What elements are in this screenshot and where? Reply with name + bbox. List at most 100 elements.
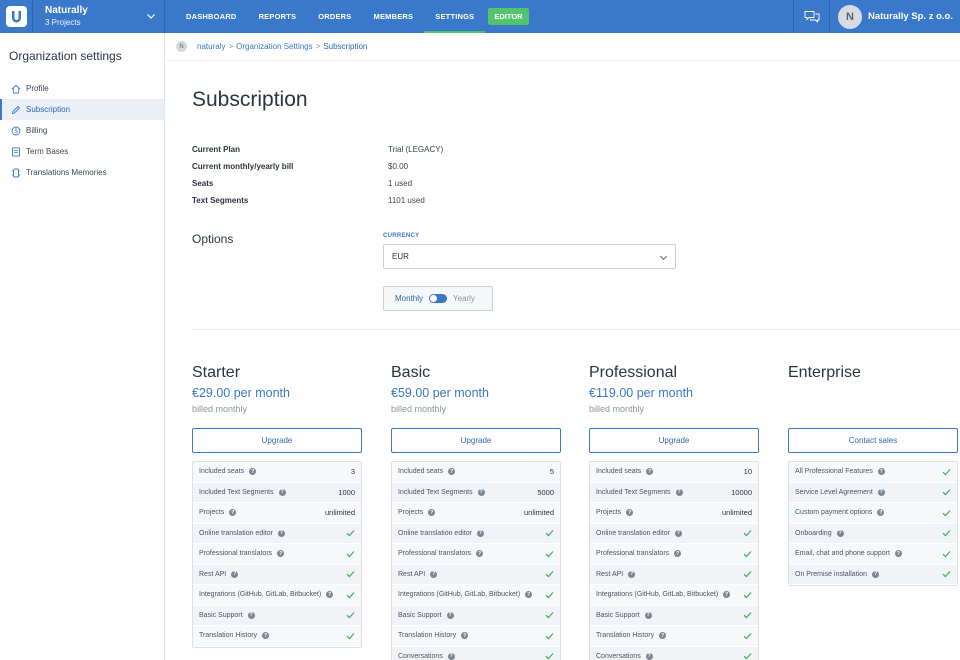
upgrade-button[interactable]: Upgrade (589, 428, 759, 453)
help-icon[interactable]: ? (448, 468, 456, 476)
check-icon (346, 550, 355, 558)
help-icon[interactable]: ? (674, 529, 682, 537)
sidebar-item-subscription[interactable]: Subscription (0, 99, 164, 120)
billing-period-switch[interactable] (429, 294, 448, 303)
nav-members[interactable]: MEMBERS (363, 0, 425, 33)
contact-sales-button[interactable]: Contact sales (788, 428, 958, 453)
check-icon (346, 632, 355, 640)
check-icon (545, 571, 554, 578)
feature-label: Included seats? (199, 468, 257, 476)
help-icon[interactable]: ? (645, 652, 653, 660)
feature-label-text: Online translation editor (398, 529, 472, 537)
help-icon[interactable]: ? (877, 468, 885, 476)
sidebar-item-term-bases[interactable]: Term Bases (0, 141, 164, 162)
info-row: Current Plan Trial (LEGACY) (192, 141, 443, 158)
help-icon[interactable]: ? (477, 488, 485, 496)
avatar: N (838, 4, 862, 29)
breadcrumb-org[interactable]: naturaly (197, 42, 225, 51)
currency-select[interactable]: EUR (383, 244, 676, 269)
project-switcher[interactable]: Naturally 3 Projects (33, 0, 165, 33)
sidebar-item-billing[interactable]: $ Billing (0, 120, 164, 141)
check-icon (942, 550, 951, 558)
breadcrumb-organization-settings[interactable]: Organization Settings (236, 42, 313, 51)
help-icon[interactable]: ? (231, 570, 239, 578)
feature-label-text: Rest API (596, 570, 624, 578)
help-icon[interactable]: ? (644, 611, 652, 619)
help-icon[interactable]: ? (877, 509, 885, 517)
nav-orders[interactable]: ORDERS (307, 0, 362, 33)
help-icon[interactable]: ? (430, 570, 438, 578)
feature-row: Translation History? (392, 626, 560, 647)
feature-row: Rest API? (392, 564, 560, 585)
chat-button[interactable] (793, 0, 829, 33)
feature-label-text: Translation History (199, 632, 258, 640)
feature-value: 10000 (731, 487, 752, 497)
help-icon[interactable]: ? (446, 611, 454, 619)
sidebar-item-translation-memories[interactable]: Translations Memories (0, 162, 164, 183)
help-icon[interactable]: ? (447, 652, 455, 660)
check-icon (545, 550, 554, 558)
help-icon[interactable]: ? (229, 509, 237, 517)
help-icon[interactable]: ? (894, 550, 902, 558)
feature-label-text: Translation History (398, 632, 457, 640)
feature-row: Included seats? 5 (392, 462, 560, 483)
feature-label-text: Conversations (596, 652, 641, 660)
feature-label-text: Service Level Agreement (795, 488, 873, 496)
help-icon[interactable]: ? (659, 632, 667, 640)
feature-row: Professional translators? (590, 544, 758, 565)
help-icon[interactable]: ? (247, 611, 255, 619)
feature-label-text: Included Text Segments (398, 488, 473, 496)
feature-label: Integrations (GitHub, GitLab, Bitbucket)… (398, 591, 533, 599)
help-icon[interactable]: ? (476, 529, 484, 537)
info-row: Text Segments 1101 used (192, 192, 443, 209)
feature-row: Included seats? 10 (590, 462, 758, 483)
help-icon[interactable]: ? (249, 468, 257, 476)
help-icon[interactable]: ? (262, 632, 270, 640)
help-icon[interactable]: ? (461, 632, 469, 640)
help-icon[interactable]: ? (277, 529, 285, 537)
account-menu[interactable]: N Naturally Sp. z o.o. (829, 0, 960, 33)
feature-row: On Premise installation? (789, 564, 957, 585)
feature-label-text: Custom payment options (795, 509, 873, 517)
help-icon[interactable]: ? (278, 488, 286, 496)
help-icon[interactable]: ? (877, 488, 885, 496)
help-icon[interactable]: ? (836, 529, 844, 537)
plan-name: Professional (589, 364, 678, 381)
help-icon[interactable]: ? (326, 591, 334, 599)
feature-row: Email, chat and phone support? (789, 544, 957, 565)
upgrade-button[interactable]: Upgrade (192, 428, 362, 453)
breadcrumb-subscription[interactable]: Subscription (323, 42, 367, 51)
feature-label: Online translation editor? (398, 529, 484, 537)
nav-settings[interactable]: SETTINGS (424, 0, 486, 33)
help-icon[interactable]: ? (723, 591, 731, 599)
help-icon[interactable]: ? (626, 509, 634, 517)
plan-card-professional: Professional €119.00 per month billed mont… (589, 364, 759, 660)
feature-label: Basic Support? (596, 611, 652, 619)
nav-dashboard[interactable]: DASHBOARD (175, 0, 248, 33)
help-icon[interactable]: ? (525, 591, 533, 599)
editor-button[interactable]: EDITOR (488, 8, 529, 25)
logo-mark-icon (5, 6, 27, 27)
help-icon[interactable]: ? (277, 550, 285, 558)
help-icon[interactable]: ? (646, 468, 654, 476)
account-name: Naturally Sp. z o.o. (868, 11, 953, 22)
help-icon[interactable]: ? (675, 488, 683, 496)
help-icon[interactable]: ? (628, 570, 636, 578)
nav-reports[interactable]: REPORTS (248, 0, 308, 33)
upgrade-button[interactable]: Upgrade (391, 428, 561, 453)
toggle-yearly-label[interactable]: Yearly (453, 294, 475, 303)
feature-label-text: Rest API (398, 570, 426, 578)
help-icon[interactable]: ? (871, 570, 879, 578)
nav-editor[interactable]: EDITOR (488, 0, 529, 33)
help-icon[interactable]: ? (428, 509, 436, 517)
billing-period-toggle[interactable]: Monthly Yearly (383, 286, 493, 311)
feature-label-text: Online translation editor (199, 529, 273, 537)
check-icon (545, 591, 554, 599)
feature-row: Professional translators? (392, 544, 560, 565)
app-logo[interactable] (0, 0, 33, 33)
toggle-monthly-label[interactable]: Monthly (395, 294, 423, 303)
sidebar-item-profile[interactable]: Profile (0, 78, 164, 99)
help-icon[interactable]: ? (674, 550, 682, 558)
help-icon[interactable]: ? (476, 550, 484, 558)
check-icon (743, 530, 752, 537)
